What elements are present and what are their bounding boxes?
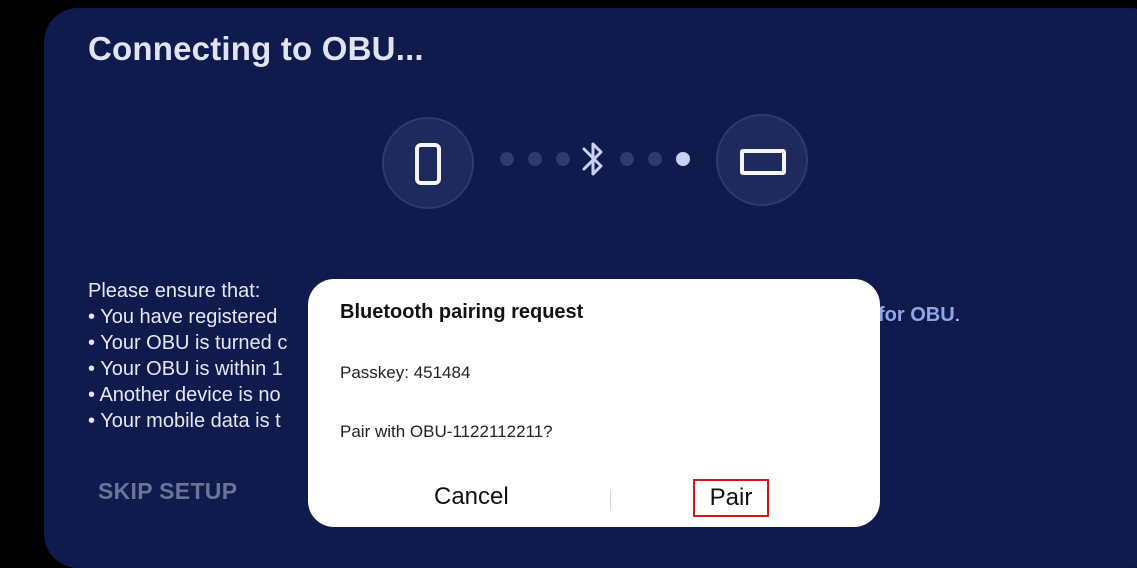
passkey-text: Passkey: 451484 — [340, 363, 471, 382]
connection-dot — [528, 152, 542, 166]
connection-dot — [620, 152, 634, 166]
link-period: . — [954, 304, 961, 326]
cancel-button[interactable]: Cancel — [434, 483, 509, 511]
button-divider — [610, 489, 611, 511]
dialog-title: Bluetooth pairing request — [340, 301, 584, 323]
skip-setup-button[interactable]: SKIP SETUP — [98, 478, 237, 505]
instruction-item: • Your OBU is turned c — [88, 332, 288, 354]
bluetooth-pairing-dialog: Bluetooth pairing request Passkey: 45148… — [308, 279, 880, 527]
connection-diagram — [0, 0, 1137, 250]
obu-device-icon — [740, 149, 786, 175]
instructions-intro: Please ensure that: — [88, 280, 261, 302]
phone-device-circle — [382, 117, 474, 209]
instruction-item: • Another device is no — [88, 384, 281, 406]
register-obu-link-fragment[interactable]: for OBU. — [878, 304, 960, 327]
instruction-item: • Your OBU is within 1 — [88, 358, 283, 380]
pair-with-text: Pair with OBU-1122112211? — [340, 422, 553, 441]
phone-icon — [415, 143, 441, 185]
register-link-text[interactable]: for OBU — [878, 304, 955, 326]
bluetooth-icon — [582, 142, 603, 176]
obu-device-circle — [716, 114, 808, 206]
connection-dot — [648, 152, 662, 166]
pair-button[interactable]: Pair — [693, 479, 769, 517]
instruction-item: • Your mobile data is t — [88, 410, 281, 432]
connection-dot — [500, 152, 514, 166]
connection-dot-active — [676, 152, 690, 166]
connection-dot — [556, 152, 570, 166]
instruction-item: • You have registered — [88, 306, 278, 328]
instructions-list: Please ensure that: • You have registere… — [88, 278, 287, 434]
